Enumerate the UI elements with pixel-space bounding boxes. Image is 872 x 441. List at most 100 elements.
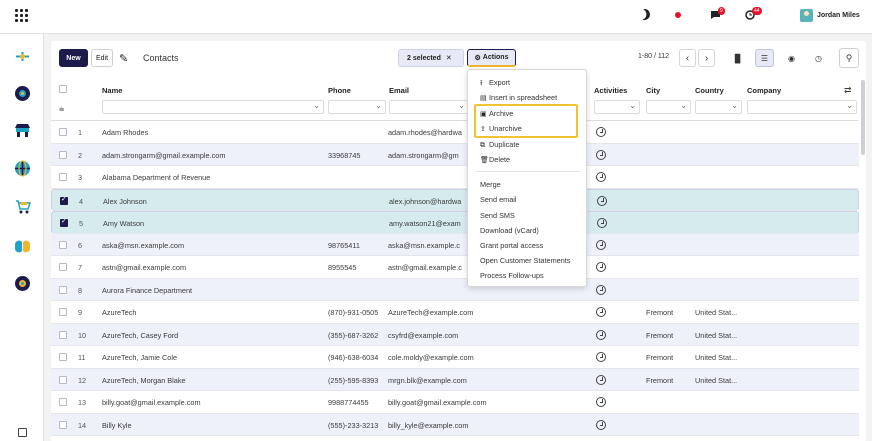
filter-company[interactable]	[747, 100, 857, 114]
list-view-icon[interactable]: ☰	[755, 49, 774, 67]
filter-city[interactable]	[646, 100, 691, 114]
row-index: 13	[78, 398, 87, 407]
row-checkbox[interactable]	[59, 263, 67, 271]
menu-send-email[interactable]: Send email	[480, 195, 517, 204]
contact-city: Fremont	[646, 308, 674, 317]
sidebar-app-apps-icon[interactable]	[14, 237, 31, 254]
table-row[interactable]: 11 AzureTech, Jamie Cole (946)-638-6034 col…	[51, 346, 859, 369]
table-row[interactable]: 6 aska@msn.example.com 98765411 aska@msn.ex…	[51, 233, 859, 256]
sidebar-app-connect-icon[interactable]	[14, 48, 31, 65]
table-row[interactable]: 7 astn@gmail.example.com 8955545 astn@gmail…	[51, 256, 859, 279]
column-country[interactable]: Country	[695, 86, 724, 95]
menu-delete[interactable]: 🗑︎Delete	[480, 155, 510, 164]
sidebar-app-settings-icon[interactable]	[14, 275, 31, 292]
table-row[interactable]: 5Amy Watsonamy.watson21@exam	[51, 211, 859, 234]
table-row[interactable]: 4Alex Johnsonalex.johnson@hardwa	[51, 188, 859, 211]
activity-clock-icon[interactable]	[596, 329, 606, 340]
row-checkbox[interactable]	[59, 330, 67, 339]
activity-clock-icon[interactable]	[596, 374, 606, 385]
row-checkbox[interactable]	[59, 375, 67, 384]
activity-clock-icon[interactable]	[596, 352, 606, 362]
table-row[interactable]: 12 AzureTech, Morgan Blake (255)-595-8393 m…	[51, 368, 859, 391]
table-row[interactable]: 9 AzureTech (870)-931-0505 AzureTech@exampl…	[51, 301, 859, 324]
next-page-button[interactable]: ›	[698, 49, 715, 67]
sidebar-app-contacts-icon[interactable]	[14, 85, 31, 102]
filter-email[interactable]	[389, 100, 469, 114]
menu-duplicate[interactable]: ⧉ Duplicate	[480, 140, 519, 150]
map-view-icon[interactable]: ◉	[782, 49, 801, 67]
menu-send-sms[interactable]: Send SMS	[480, 211, 515, 220]
column-email[interactable]: Email	[389, 86, 409, 95]
actions-button[interactable]: ⚙ Actions	[467, 49, 516, 67]
column-settings-icon[interactable]: ⇄	[844, 85, 852, 96]
filter-name[interactable]	[102, 100, 324, 114]
activity-clock-icon[interactable]	[596, 262, 606, 272]
activity-clock-icon[interactable]	[597, 218, 607, 228]
row-checkbox[interactable]	[59, 398, 67, 406]
column-city[interactable]: City	[646, 86, 660, 95]
breadcrumb: Contacts	[143, 53, 179, 63]
scrollbar[interactable]	[861, 80, 865, 155]
sidebar-toggle-icon[interactable]	[18, 428, 27, 437]
user-menu[interactable]: Jordan Miles	[800, 9, 860, 22]
activity-icon[interactable]: 44	[745, 7, 762, 20]
filter-activities[interactable]	[594, 100, 640, 114]
activity-clock-icon[interactable]	[596, 127, 606, 137]
table-row[interactable]: 3 Alabama Department of Revenue	[51, 166, 859, 189]
sidebar-app-website-icon[interactable]	[14, 160, 31, 177]
clear-selection-icon[interactable]: ✕	[446, 54, 452, 62]
select-all-checkbox[interactable]	[59, 85, 67, 93]
activity-clock-icon[interactable]	[597, 195, 607, 206]
table-row[interactable]: 2 adam.strongarm@gmail.example.com 3396874…	[51, 143, 859, 166]
row-checkbox[interactable]	[59, 240, 67, 249]
menu-open-statements[interactable]: Open Customer Statements	[480, 256, 570, 265]
menu-process-followups[interactable]: Process Follow-ups	[480, 271, 544, 280]
dark-mode-icon[interactable]	[637, 7, 652, 22]
table-row[interactable]: 1 Adam Rhodes adam.rhodes@hardwa	[51, 121, 859, 144]
activity-clock-icon[interactable]	[596, 239, 606, 250]
menu-export[interactable]: ⭱ Export	[480, 78, 510, 90]
row-checkbox[interactable]	[59, 128, 67, 136]
activity-clock-icon[interactable]	[596, 284, 606, 295]
kanban-view-icon[interactable]: ▐▌	[728, 49, 747, 67]
activity-view-icon[interactable]: ◷	[809, 49, 828, 67]
filter-country[interactable]	[695, 100, 742, 114]
table-row[interactable]: 10 AzureTech, Casey Ford (355)-687-3262 csy…	[51, 323, 859, 346]
row-checkbox[interactable]	[60, 195, 68, 205]
search-icon[interactable]: ⚲	[839, 48, 859, 68]
table-row[interactable]: 14 Billy Kyle (555)-233-3213 billy_kyle@exa…	[51, 413, 859, 436]
column-name[interactable]: Name	[102, 86, 122, 95]
row-checkbox[interactable]	[59, 173, 67, 181]
sidebar-app-sales-icon[interactable]	[14, 198, 31, 215]
menu-insert-spreadsheet[interactable]: ▤ Insert in spreadsheet	[480, 93, 557, 102]
table-row[interactable]: 8 Aurora Finance Department	[51, 278, 859, 301]
row-checkbox[interactable]	[59, 353, 67, 361]
activity-clock-icon[interactable]	[596, 419, 606, 430]
edit-button[interactable]: Edit	[91, 49, 113, 67]
sidebar-app-shop-icon[interactable]	[14, 122, 31, 139]
row-checkbox[interactable]	[59, 420, 67, 429]
table-row[interactable]: 13 billy.goat@gmail.example.com 9988774455…	[51, 391, 859, 414]
column-phone[interactable]: Phone	[328, 86, 351, 95]
menu-download-vcard[interactable]: Download (vCard)	[480, 226, 539, 235]
row-checkbox[interactable]	[59, 150, 67, 159]
menu-grant-portal[interactable]: Grant portal access	[480, 241, 543, 250]
new-button[interactable]: New	[59, 49, 88, 67]
activity-clock-icon[interactable]	[596, 307, 606, 317]
column-activities[interactable]: Activities	[594, 86, 627, 95]
activity-clock-icon[interactable]	[596, 397, 606, 407]
filter-phone[interactable]	[328, 100, 386, 114]
status-dot-icon[interactable]	[675, 12, 681, 18]
filter-icon[interactable]: ⩧	[59, 104, 64, 115]
activity-clock-icon[interactable]	[596, 149, 606, 160]
activity-clock-icon[interactable]	[596, 172, 606, 182]
prev-page-button[interactable]: ‹	[679, 49, 696, 67]
row-checkbox[interactable]	[60, 217, 68, 227]
apps-menu-icon[interactable]	[15, 9, 28, 22]
messages-icon[interactable]: 9	[710, 7, 725, 20]
pencil-icon[interactable]: ✎	[119, 52, 128, 65]
menu-merge[interactable]: Merge	[480, 180, 501, 189]
row-checkbox[interactable]	[59, 285, 67, 294]
row-checkbox[interactable]	[59, 308, 67, 316]
column-company[interactable]: Company	[747, 86, 781, 95]
